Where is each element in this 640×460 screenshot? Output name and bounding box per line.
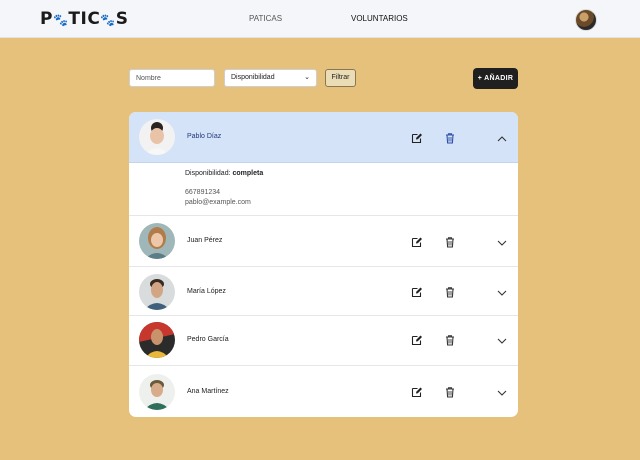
availability-line: Disponibilidad: completa — [185, 170, 263, 177]
app-logo[interactable]: P🐾TIC🐾S — [40, 9, 129, 30]
edit-icon[interactable] — [411, 236, 423, 248]
chevron-down-icon[interactable] — [497, 287, 507, 299]
top-navbar: P🐾TIC🐾S PATICAS VOLUNTARIOS — [0, 0, 640, 38]
trash-icon[interactable] — [444, 132, 456, 144]
volunteer-row[interactable]: Juan Pérez — [129, 216, 518, 267]
volunteer-name: Ana Martínez — [187, 388, 229, 395]
avatar — [139, 322, 175, 358]
volunteer-name: Juan Pérez — [187, 237, 223, 244]
trash-icon[interactable] — [444, 386, 456, 398]
volunteer-row[interactable]: Pedro García — [129, 316, 518, 366]
avatar — [139, 223, 175, 259]
edit-icon[interactable] — [411, 386, 423, 398]
volunteer-email: pablo@example.com — [185, 199, 251, 206]
logo-letter: P — [40, 9, 53, 29]
user-avatar[interactable] — [575, 9, 597, 31]
availability-select-value: Disponibilidad — [231, 74, 275, 81]
name-filter-input[interactable] — [129, 69, 215, 87]
nav-link-voluntarios[interactable]: VOLUNTARIOS — [351, 14, 408, 23]
avatar — [139, 274, 175, 310]
volunteer-row[interactable]: Ana Martínez — [129, 366, 518, 417]
avatar — [139, 374, 175, 410]
nav-link-paticas[interactable]: PATICAS — [249, 14, 282, 23]
chevron-down-icon: ⌄ — [304, 74, 310, 81]
volunteer-name: María López — [187, 288, 226, 295]
availability-select[interactable]: Disponibilidad ⌄ — [224, 69, 317, 87]
logo-letter: S — [115, 9, 129, 29]
chevron-down-icon[interactable] — [497, 335, 507, 347]
paw-icon: 🐾 — [52, 13, 69, 27]
availability-value: completa — [232, 170, 264, 177]
paw-icon: 🐾 — [100, 13, 116, 27]
volunteer-details: Disponibilidad: completa 667891234 pablo… — [129, 163, 518, 216]
volunteer-name: Pablo Díaz — [187, 133, 222, 140]
chevron-down-icon[interactable] — [497, 237, 507, 249]
availability-label: Disponibilidad: — [185, 170, 231, 177]
trash-icon[interactable] — [444, 236, 456, 248]
volunteer-list: Pablo Díaz Disponibilidad: completa 6678… — [129, 112, 518, 417]
trash-icon[interactable] — [444, 286, 456, 298]
edit-icon[interactable] — [411, 132, 423, 144]
edit-icon[interactable] — [411, 286, 423, 298]
logo-letter: TIC — [68, 9, 101, 29]
avatar — [139, 119, 175, 155]
edit-icon[interactable] — [411, 334, 423, 346]
chevron-up-icon[interactable] — [497, 133, 507, 145]
filter-button[interactable]: Filtrar — [325, 69, 356, 87]
volunteer-phone: 667891234 — [185, 189, 221, 196]
trash-icon[interactable] — [444, 334, 456, 346]
chevron-down-icon[interactable] — [497, 387, 507, 399]
volunteer-name: Pedro García — [187, 336, 229, 343]
add-volunteer-button[interactable]: + AÑADIR — [473, 68, 518, 89]
volunteer-row[interactable]: María López — [129, 267, 518, 316]
volunteer-row[interactable]: Pablo Díaz — [129, 112, 518, 163]
